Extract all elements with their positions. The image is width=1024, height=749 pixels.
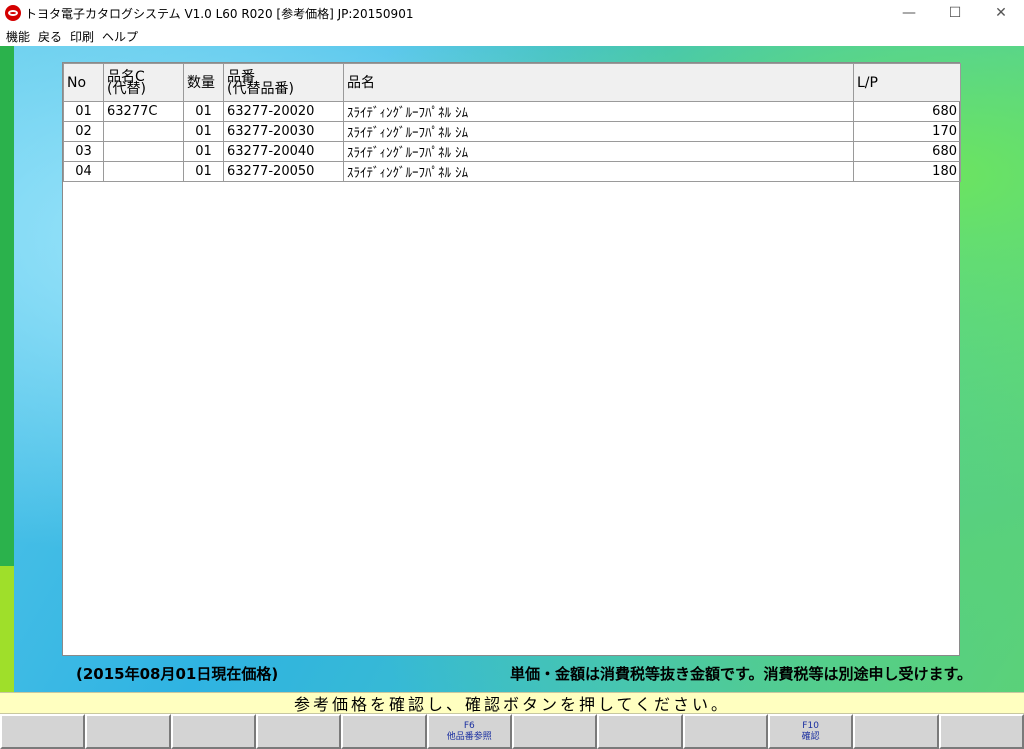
close-button[interactable]: ✕ bbox=[978, 0, 1024, 26]
cell-no: 01 bbox=[63, 101, 104, 122]
left-accent-strip-lower bbox=[0, 566, 14, 692]
minimize-button[interactable]: — bbox=[886, 0, 932, 26]
cell-list-price: 680 bbox=[853, 141, 961, 162]
table-row[interactable]: 04 01 63277-20050 ｽﾗｲﾃﾞｨﾝｸﾞﾙｰﾌﾊﾟﾈﾙ ｼﾑ 18… bbox=[63, 161, 961, 182]
fkey-key: F6 bbox=[463, 720, 475, 731]
fkey-button-8[interactable] bbox=[597, 714, 683, 749]
title-bar: トヨタ電子カタログシステム V1.0 L60 R020 [参考価格] JP:20… bbox=[0, 0, 1024, 26]
parts-table: No 品名C (代替) 数量 品番 (代替品番) 品名 L/P 01 63277… bbox=[63, 63, 961, 182]
fkey-button-12[interactable] bbox=[938, 714, 1024, 749]
fkey-button-4[interactable] bbox=[255, 714, 342, 749]
fkey-button-3[interactable] bbox=[170, 714, 256, 749]
header-hinban[interactable]: 品番 (代替品番) bbox=[223, 63, 344, 102]
cell-no: 04 bbox=[63, 161, 104, 182]
cell-code: 63277C bbox=[103, 101, 184, 122]
f10-confirm-button[interactable]: F10 確認 bbox=[767, 714, 854, 749]
tax-note-label: 単価・金額は消費税等抜き金額です。消費税等は別途申し受けます。 bbox=[509, 664, 972, 683]
status-message: 参考価格を確認し、確認ボタンを押してください。 bbox=[293, 695, 731, 714]
header-hinban-line2: (代替品番) bbox=[227, 80, 294, 97]
cell-part-number: 63277-20030 bbox=[223, 121, 344, 142]
cell-list-price: 170 bbox=[853, 121, 961, 142]
status-message-bar: 参考価格を確認し、確認ボタンを押してください。 bbox=[0, 692, 1024, 714]
cell-code bbox=[103, 161, 184, 182]
cell-qty: 01 bbox=[183, 101, 224, 122]
cell-qty: 01 bbox=[183, 121, 224, 142]
cell-list-price: 680 bbox=[853, 101, 961, 122]
cell-qty: 01 bbox=[183, 141, 224, 162]
left-accent-strip bbox=[0, 46, 14, 566]
cell-qty: 01 bbox=[183, 161, 224, 182]
cell-code bbox=[103, 141, 184, 162]
fkey-key: F10 bbox=[802, 720, 819, 731]
cell-part-number: 63277-20040 bbox=[223, 141, 344, 162]
table-row[interactable]: 01 63277C 01 63277-20020 ｽﾗｲﾃﾞｨﾝｸﾞﾙｰﾌﾊﾟﾈ… bbox=[63, 101, 961, 122]
function-key-bar: F6 他品番参照 F10 確認 bbox=[0, 714, 1024, 749]
header-lp[interactable]: L/P bbox=[853, 63, 961, 102]
table-header-row: No 品名C (代替) 数量 品番 (代替品番) 品名 L/P bbox=[63, 63, 961, 102]
fkey-label: 他品番参照 bbox=[446, 731, 492, 742]
price-date-label: (2015年08月01日現在価格) bbox=[76, 664, 279, 683]
menu-help[interactable]: ヘルプ bbox=[98, 28, 142, 45]
cell-part-name: ｽﾗｲﾃﾞｨﾝｸﾞﾙｰﾌﾊﾟﾈﾙ ｼﾑ bbox=[343, 161, 854, 182]
price-info-bar: (2015年08月01日現在価格) 単価・金額は消費税等抜き金額です。消費税等は… bbox=[62, 662, 972, 684]
header-hinmei-c[interactable]: 品名C (代替) bbox=[103, 63, 184, 102]
cell-part-name: ｽﾗｲﾃﾞｨﾝｸﾞﾙｰﾌﾊﾟﾈﾙ ｼﾑ bbox=[343, 121, 854, 142]
header-hinmei-c-line2: (代替) bbox=[107, 80, 146, 97]
cell-no: 03 bbox=[63, 141, 104, 162]
menu-back[interactable]: 戻る bbox=[34, 28, 66, 45]
cell-part-name: ｽﾗｲﾃﾞｨﾝｸﾞﾙｰﾌﾊﾟﾈﾙ ｼﾑ bbox=[343, 101, 854, 122]
fkey-button-11[interactable] bbox=[853, 714, 939, 749]
cell-part-number: 63277-20050 bbox=[223, 161, 344, 182]
fkey-button-9[interactable] bbox=[682, 714, 768, 749]
cell-list-price: 180 bbox=[853, 161, 961, 182]
fkey-button-5[interactable] bbox=[341, 714, 427, 749]
maximize-button[interactable]: ☐ bbox=[932, 0, 978, 26]
fkey-label: 確認 bbox=[801, 731, 820, 742]
header-qty[interactable]: 数量 bbox=[183, 63, 224, 102]
menu-print[interactable]: 印刷 bbox=[66, 28, 98, 45]
table-row[interactable]: 02 01 63277-20030 ｽﾗｲﾃﾞｨﾝｸﾞﾙｰﾌﾊﾟﾈﾙ ｼﾑ 17… bbox=[63, 121, 961, 142]
window-controls: — ☐ ✕ bbox=[886, 0, 1024, 26]
cell-no: 02 bbox=[63, 121, 104, 142]
fkey-button-7[interactable] bbox=[511, 714, 598, 749]
menu-bar: 機能 戻る 印刷 ヘルプ bbox=[0, 26, 1024, 46]
toyota-logo-icon bbox=[5, 5, 21, 21]
window-title: トヨタ電子カタログシステム V1.0 L60 R020 [参考価格] JP:20… bbox=[25, 6, 414, 21]
header-name[interactable]: 品名 bbox=[343, 63, 854, 102]
fkey-button-1[interactable] bbox=[0, 714, 86, 749]
fkey-button-2[interactable] bbox=[85, 714, 171, 749]
menu-function[interactable]: 機能 bbox=[0, 28, 34, 45]
table-row[interactable]: 03 01 63277-20040 ｽﾗｲﾃﾞｨﾝｸﾞﾙｰﾌﾊﾟﾈﾙ ｼﾑ 68… bbox=[63, 141, 961, 162]
cell-part-number: 63277-20020 bbox=[223, 101, 344, 122]
header-no[interactable]: No bbox=[63, 63, 104, 102]
cell-part-name: ｽﾗｲﾃﾞｨﾝｸﾞﾙｰﾌﾊﾟﾈﾙ ｼﾑ bbox=[343, 141, 854, 162]
f6-other-part-button[interactable]: F6 他品番参照 bbox=[426, 714, 512, 749]
parts-price-grid: No 品名C (代替) 数量 品番 (代替品番) 品名 L/P 01 63277… bbox=[62, 62, 961, 656]
cell-code bbox=[103, 121, 184, 142]
